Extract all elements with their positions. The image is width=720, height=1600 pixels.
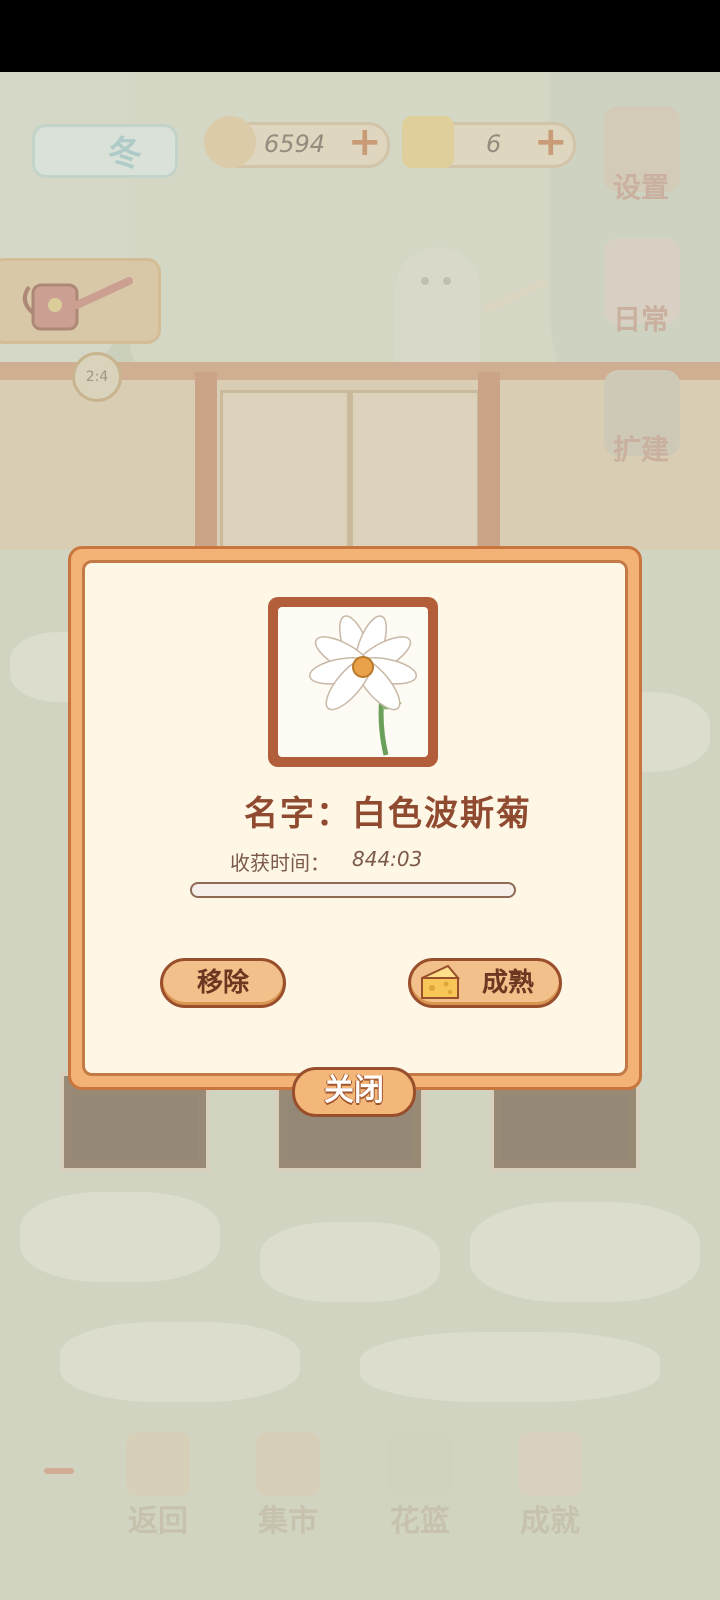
harvest-time-value: 844:03 [352, 847, 423, 871]
harvest-time-label: 收获时间： [230, 851, 330, 875]
flower-portrait [278, 607, 428, 757]
growth-progress-bar [190, 882, 516, 898]
cheese-icon [421, 964, 461, 999]
close-button[interactable]: 关闭 [292, 1067, 416, 1117]
mature-button-label: 成熟 [481, 968, 534, 998]
cosmos-flower-icon [309, 615, 417, 756]
remove-button[interactable]: 移除 [160, 958, 286, 1008]
plant-name: 名字：白色波斯菊 [244, 794, 532, 834]
status-bar [0, 0, 720, 72]
